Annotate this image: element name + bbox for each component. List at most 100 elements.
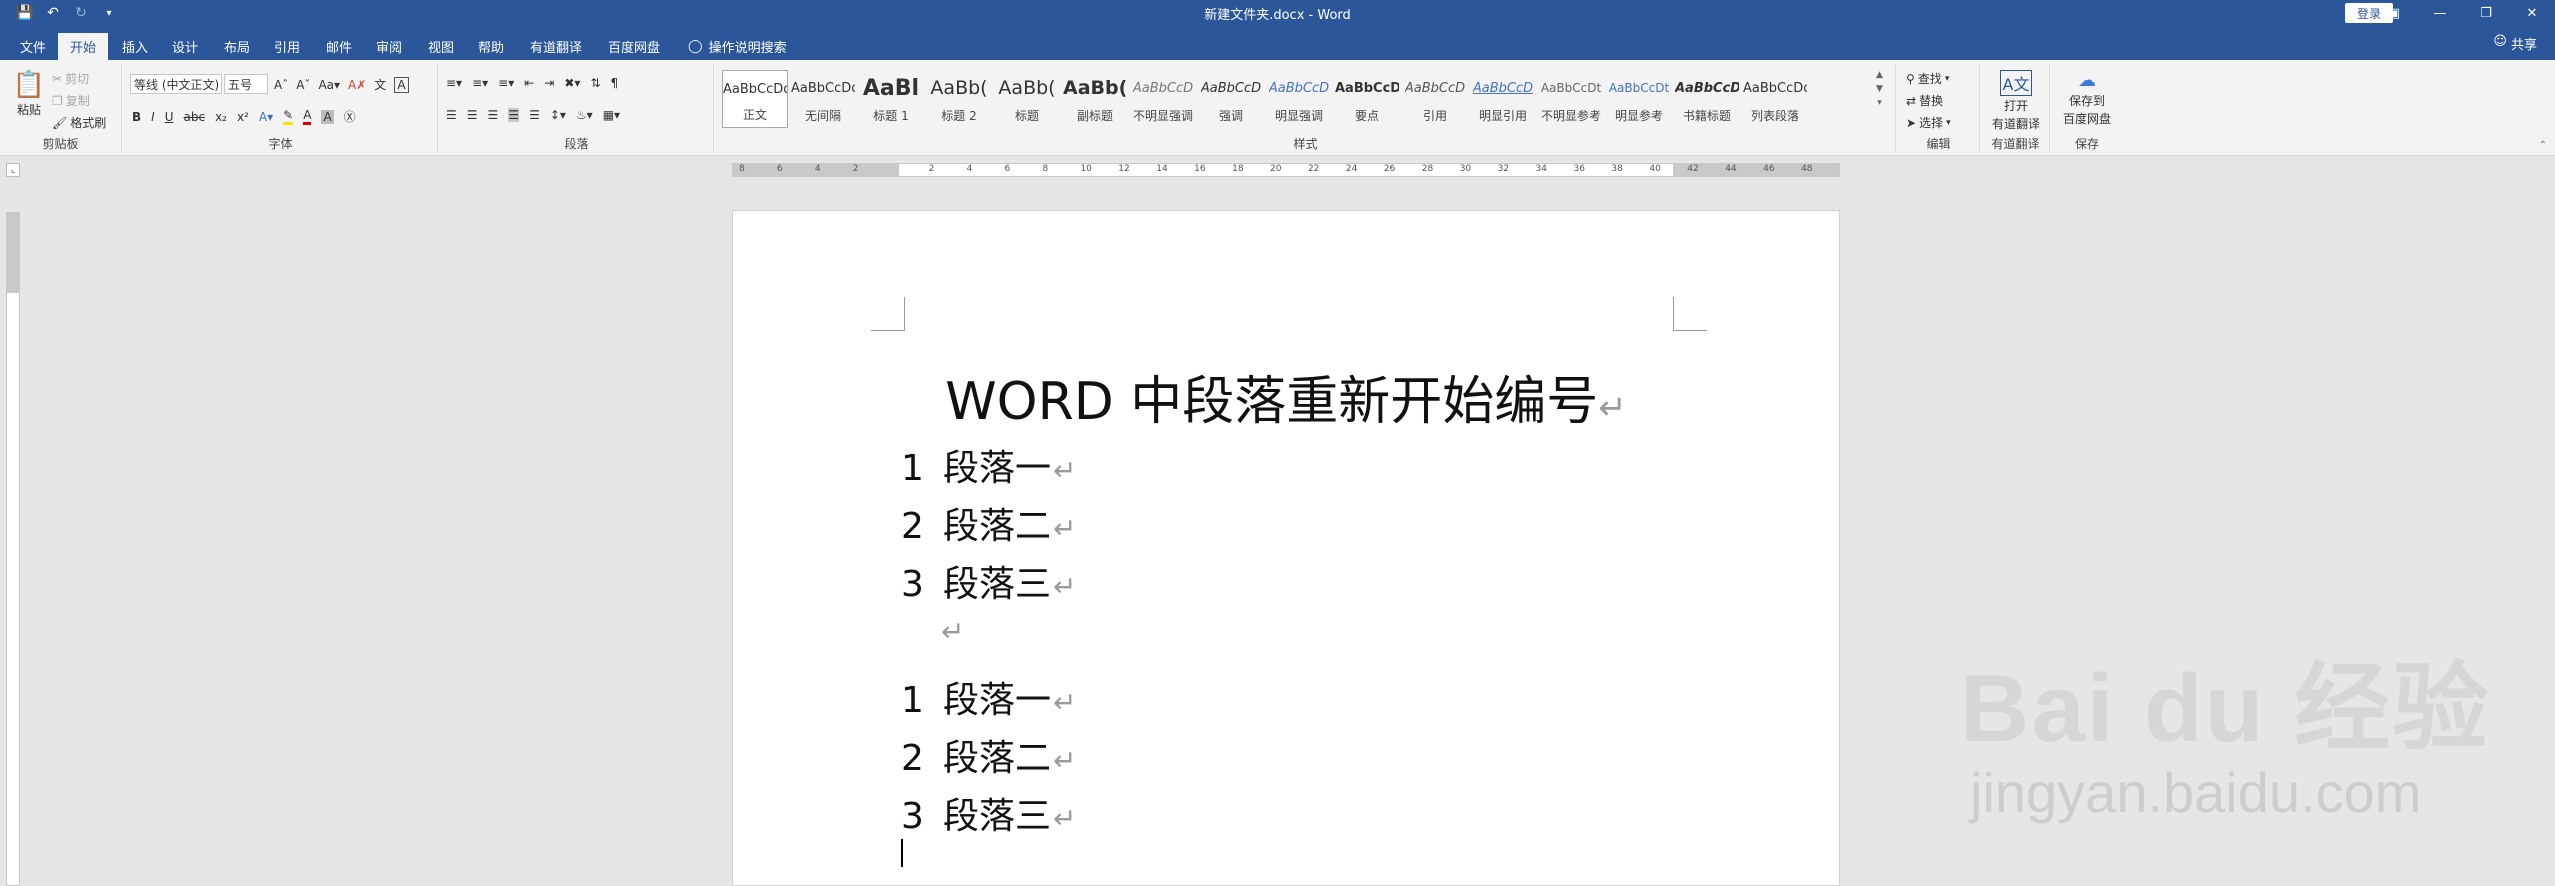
style-book-title[interactable]: AaBbCcD 书籍标题 bbox=[1674, 70, 1740, 128]
style-strong[interactable]: AaBbCcD 要点 bbox=[1334, 70, 1400, 128]
styles-more-icon[interactable]: ▾ bbox=[1877, 98, 1882, 108]
align-center-icon[interactable]: ☰ bbox=[467, 108, 478, 122]
ribbon-display-options-icon[interactable]: ▣ bbox=[2371, 0, 2417, 26]
style-heading-2[interactable]: AaBb( 标题 2 bbox=[926, 70, 992, 128]
horizontal-ruler[interactable]: 8 6 4 2 2 4 6 8 10 12 14 16 18 20 22 24 26 28 30 32 34 36 38 40… bbox=[732, 163, 1840, 177]
ruler-top-margin bbox=[7, 213, 19, 293]
shading-icon[interactable]: ♨▾ bbox=[576, 108, 593, 122]
character-border-icon[interactable]: A bbox=[394, 76, 409, 93]
style-no-spacing[interactable]: AaBbCcDd 无间隔 bbox=[790, 70, 856, 128]
highlight-icon[interactable]: ✎ bbox=[283, 108, 294, 125]
style-intense-quote[interactable]: AaBbCcD 明显引用 bbox=[1470, 70, 1536, 128]
minimize-icon[interactable]: — bbox=[2417, 0, 2463, 26]
save-to-baidu-button[interactable]: ☁ 保存到 百度网盘 bbox=[2056, 70, 2118, 127]
style-subtle-reference[interactable]: AaBbCcDt 不明显参考 bbox=[1538, 70, 1604, 128]
font-size-select[interactable]: 五号 bbox=[224, 74, 268, 94]
italic-icon[interactable]: I bbox=[151, 110, 155, 124]
justify-icon[interactable]: ☰ bbox=[508, 108, 520, 122]
tab-insert[interactable]: 插入 bbox=[110, 33, 160, 60]
collapse-ribbon-icon[interactable]: ⌃ bbox=[2539, 140, 2547, 151]
ruler-tick-label: 16 bbox=[1194, 164, 1206, 174]
style-subtle-emphasis[interactable]: AaBbCcD 不明显强调 bbox=[1130, 70, 1196, 128]
scroll-up-icon[interactable]: ▲ bbox=[1876, 70, 1883, 80]
style-normal[interactable]: AaBbCcDd 正文 bbox=[722, 70, 788, 128]
tab-review[interactable]: 审阅 bbox=[364, 33, 414, 60]
style-intense-emphasis[interactable]: AaBbCcD 明显强调 bbox=[1266, 70, 1332, 128]
replace-button[interactable]: ⇄ 替换 bbox=[1906, 92, 1943, 109]
document-page[interactable]: WORD 中段落重新开始编号↵ 1 段落一 ↵ 2 段落二 ↵ 3 段落三 ↵ … bbox=[732, 210, 1840, 886]
distributed-icon[interactable]: ☰ bbox=[529, 108, 540, 122]
subscript-icon[interactable]: x₂ bbox=[215, 110, 227, 124]
paste-button[interactable]: 📋 粘贴 bbox=[10, 70, 48, 118]
align-left-icon[interactable]: ☰ bbox=[446, 108, 457, 122]
change-case-icon[interactable]: Aa▾ bbox=[318, 78, 340, 92]
style-emphasis[interactable]: AaBbCcD 强调 bbox=[1198, 70, 1264, 128]
decrease-indent-icon[interactable]: ⇤ bbox=[524, 76, 534, 90]
style-quote[interactable]: AaBbCcD 引用 bbox=[1402, 70, 1468, 128]
tab-home[interactable]: 开始 bbox=[58, 33, 109, 60]
increase-indent-icon[interactable]: ⇥ bbox=[544, 76, 554, 90]
phonetic-guide-icon[interactable]: 文 bbox=[374, 76, 386, 93]
document-heading[interactable]: WORD 中段落重新开始编号↵ bbox=[733, 359, 1839, 434]
style-intense-reference[interactable]: AaBbCcDt 明显参考 bbox=[1606, 70, 1672, 128]
tab-selector[interactable]: ⌞ bbox=[6, 163, 20, 177]
list-item[interactable]: 2 段落二 ↵ bbox=[901, 497, 1076, 549]
select-button[interactable]: ➤ 选择 ▾ bbox=[1906, 114, 1951, 131]
font-color-icon[interactable]: A bbox=[303, 108, 312, 125]
chinese-layout-icon[interactable]: ✖▾ bbox=[564, 76, 580, 90]
scroll-down-icon[interactable]: ▼ bbox=[1876, 84, 1883, 94]
close-icon[interactable]: ✕ bbox=[2509, 0, 2555, 26]
tab-file[interactable]: 文件 bbox=[8, 33, 58, 60]
show-marks-icon[interactable]: ¶ bbox=[611, 76, 619, 90]
tab-layout[interactable]: 布局 bbox=[212, 33, 262, 60]
clear-formatting-icon[interactable]: A✗ bbox=[348, 78, 366, 92]
style-title[interactable]: AaBb( 标题 bbox=[994, 70, 1060, 128]
multilevel-list-icon[interactable]: ≡▾ bbox=[498, 76, 514, 90]
character-shading-icon[interactable]: A bbox=[321, 109, 334, 124]
tab-youdao[interactable]: 有道翻译 bbox=[518, 33, 594, 60]
bullets-icon[interactable]: ≡▾ bbox=[446, 76, 462, 90]
superscript-icon[interactable]: x² bbox=[237, 110, 249, 124]
list-item[interactable]: 2 段落二 ↵ bbox=[901, 729, 1076, 781]
align-right-icon[interactable]: ☰ bbox=[488, 108, 499, 122]
find-button[interactable]: ⚲ 查找 ▾ bbox=[1906, 70, 1949, 87]
tab-baidu[interactable]: 百度网盘 bbox=[596, 33, 672, 60]
list-item[interactable]: 1 段落一 ↵ bbox=[901, 439, 1076, 491]
tab-help[interactable]: 帮助 bbox=[466, 33, 516, 60]
list-item[interactable]: 3 段落三 ↵ bbox=[901, 787, 1076, 839]
clipboard-group-label: 剪贴板 bbox=[42, 137, 79, 151]
style-list-paragraph[interactable]: AaBbCcDd 列表段落 bbox=[1742, 70, 1808, 128]
list-text: 段落三 bbox=[943, 796, 1052, 837]
list-number: 3 bbox=[901, 796, 924, 837]
bold-icon[interactable]: B bbox=[132, 110, 141, 124]
text-effects-icon[interactable]: A▾ bbox=[259, 110, 273, 124]
youdao-group-label: 有道翻译 bbox=[1991, 137, 2040, 151]
style-heading-1[interactable]: AaBl 标题 1 bbox=[858, 70, 924, 128]
tell-me-search[interactable]: ◯ 操作说明搜索 bbox=[676, 33, 799, 60]
numbering-icon[interactable]: ≡▾ bbox=[472, 76, 488, 90]
enclose-character-icon[interactable]: Ⓧ bbox=[344, 108, 356, 125]
styles-scroll[interactable]: ▲ ▼ ▾ bbox=[1876, 70, 1883, 108]
list-item[interactable]: 1 段落一 ↵ bbox=[901, 671, 1076, 723]
shrink-font-icon[interactable]: Aˇ bbox=[296, 78, 310, 92]
cut-button[interactable]: ✂ 剪切 bbox=[52, 70, 89, 87]
borders-icon[interactable]: ▦▾ bbox=[603, 108, 620, 122]
underline-icon[interactable]: U bbox=[165, 110, 174, 124]
strikethrough-icon[interactable]: abc bbox=[184, 110, 206, 124]
style-subtitle[interactable]: AaBb( 副标题 bbox=[1062, 70, 1128, 128]
sort-icon[interactable]: ⇅ bbox=[590, 76, 600, 90]
font-name-select[interactable]: 等线 (中文正文) bbox=[130, 74, 222, 94]
tab-design[interactable]: 设计 bbox=[160, 33, 210, 60]
list-item[interactable]: 3 段落三 ↵ bbox=[901, 555, 1076, 607]
open-youdao-button[interactable]: A文 打开 有道翻译 bbox=[1986, 70, 2046, 132]
share-button[interactable]: ☺ 共享 bbox=[2493, 34, 2537, 53]
line-spacing-icon[interactable]: ↕▾ bbox=[550, 108, 566, 122]
tab-view[interactable]: 视图 bbox=[416, 33, 466, 60]
tab-mailings[interactable]: 邮件 bbox=[314, 33, 364, 60]
restore-icon[interactable]: ❐ bbox=[2463, 0, 2509, 26]
format-painter-button[interactable]: 🖌 格式刷 bbox=[52, 114, 106, 131]
tab-references[interactable]: 引用 bbox=[262, 33, 312, 60]
grow-font-icon[interactable]: Aˆ bbox=[274, 78, 288, 92]
copy-button[interactable]: ❐ 复制 bbox=[52, 92, 90, 109]
vertical-ruler[interactable] bbox=[6, 212, 20, 886]
